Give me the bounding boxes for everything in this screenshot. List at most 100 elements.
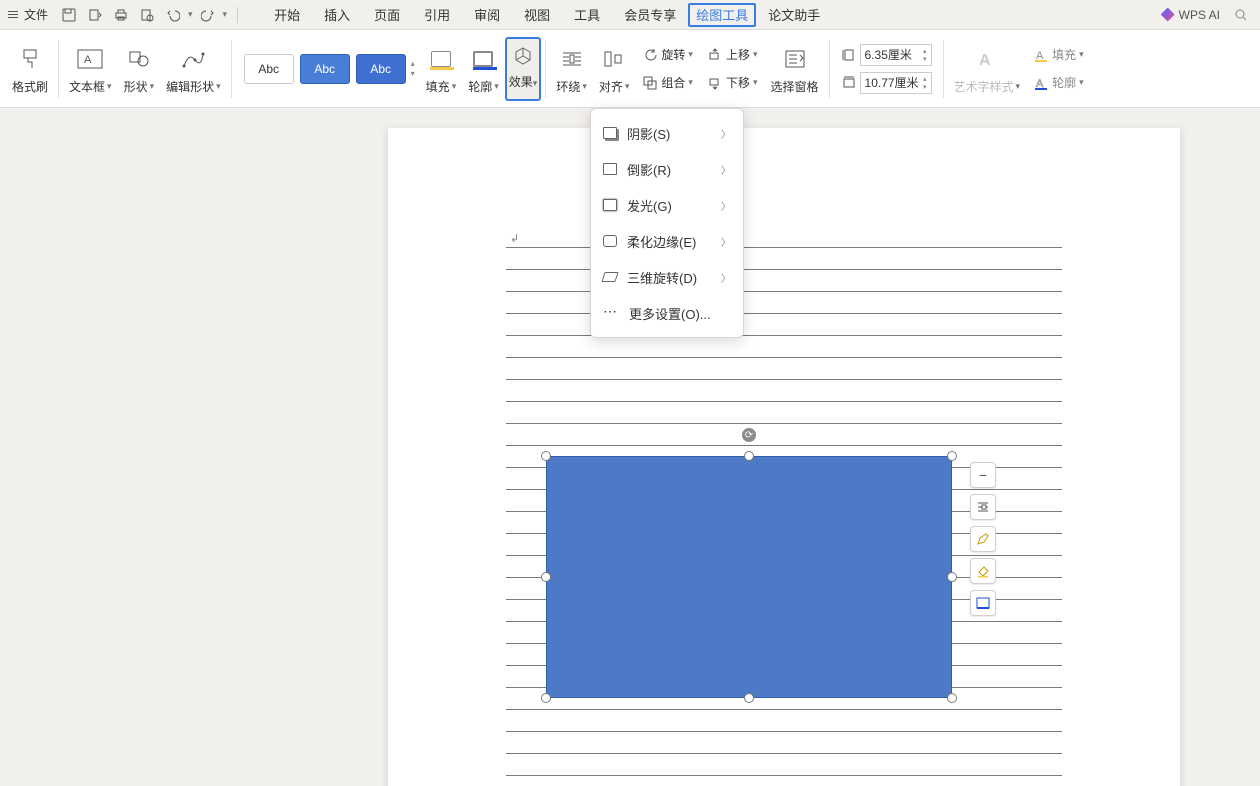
text-fill-icon: A xyxy=(1033,47,1049,63)
resize-handle-ne[interactable] xyxy=(947,451,957,461)
chevron-down-icon[interactable]: ▾ xyxy=(411,69,415,79)
resize-handle-se[interactable] xyxy=(947,693,957,703)
menu-item-3d-rotation[interactable]: 三维旋转(D) 〉 xyxy=(591,259,743,295)
tab-insert[interactable]: 插入 xyxy=(312,0,362,30)
layout-options-icon xyxy=(976,500,990,514)
resize-handle-n[interactable] xyxy=(744,451,754,461)
text-fill-button[interactable]: A填充▾ xyxy=(1030,42,1087,68)
resize-handle-w[interactable] xyxy=(541,572,551,582)
bucket-icon xyxy=(976,564,990,578)
effect-button[interactable]: 效果▾ xyxy=(505,37,542,101)
fill-button[interactable]: 填充▾ xyxy=(420,30,463,107)
chevron-down-icon[interactable]: ▾ xyxy=(923,83,927,91)
menu-item-glow[interactable]: 发光(G) 〉 xyxy=(591,187,743,223)
move-down-button[interactable]: 下移▾ xyxy=(704,70,761,96)
print-preview2-icon[interactable] xyxy=(138,6,156,24)
style-gallery-scroll[interactable]: ▴▾ xyxy=(411,59,415,79)
undo-button[interactable] xyxy=(164,6,182,24)
glow-icon xyxy=(603,199,617,211)
tab-vip[interactable]: 会员专享 xyxy=(612,0,688,30)
submenu-chevron-icon: 〉 xyxy=(721,162,731,177)
ribbon-sep xyxy=(231,40,232,98)
search-icon[interactable] xyxy=(1232,6,1250,24)
save-icon[interactable] xyxy=(60,6,78,24)
submenu-chevron-icon: 〉 xyxy=(721,198,731,213)
width-spinner[interactable]: ▴▾ xyxy=(923,75,927,91)
tab-review[interactable]: 审阅 xyxy=(462,0,512,30)
float-style-button[interactable] xyxy=(970,526,996,552)
tab-view[interactable]: 视图 xyxy=(512,0,562,30)
move-up-label: 上移 xyxy=(726,46,750,63)
float-fill-button[interactable] xyxy=(970,558,996,584)
align-button[interactable]: 对齐▾ xyxy=(593,30,636,107)
text-box-label: 文本框 xyxy=(69,78,105,95)
height-input[interactable]: 6.35厘米▴▾ xyxy=(860,44,932,66)
menu-item-label: 柔化边缘(E) xyxy=(627,232,696,251)
float-picture-button[interactable] xyxy=(970,590,996,616)
file-menu-group: 文件 ▾ ▾ xyxy=(8,6,244,24)
tab-start[interactable]: 开始 xyxy=(262,0,312,30)
text-fill-outline-stack: A填充▾ A轮廓▾ xyxy=(1026,30,1091,107)
zorder-stack: 上移▾ 下移▾ xyxy=(700,30,765,107)
resize-handle-s[interactable] xyxy=(744,693,754,703)
format-painter-button[interactable]: 格式刷 xyxy=(6,30,54,107)
wps-ai-button[interactable]: WPS AI xyxy=(1161,8,1220,22)
ribbon-tabs: 开始 插入 页面 引用 审阅 视图 工具 会员专享 绘图工具 论文助手 xyxy=(262,0,832,30)
chevron-up-icon[interactable]: ▴ xyxy=(923,75,927,83)
tab-reference[interactable]: 引用 xyxy=(412,0,462,30)
float-layout-button[interactable] xyxy=(970,494,996,520)
text-outline-button[interactable]: A轮廓▾ xyxy=(1030,70,1087,96)
print-icon[interactable] xyxy=(112,6,130,24)
shapes-button[interactable]: 形状▾ xyxy=(118,30,161,107)
chevron-down-icon: ▾ xyxy=(216,81,221,92)
style-swatch-1[interactable]: Abc xyxy=(244,54,294,84)
style-swatch-2[interactable]: Abc xyxy=(300,54,350,84)
edit-shape-button[interactable]: 编辑形状▾ xyxy=(160,30,227,107)
rectangle-shape[interactable] xyxy=(546,456,952,698)
selected-shape[interactable]: ⟳ xyxy=(546,456,952,698)
menu-item-more-settings[interactable]: ⋯ 更多设置(O)... xyxy=(591,295,743,331)
wordart-styles-button[interactable]: A 艺术字样式▾ xyxy=(948,30,1027,107)
submenu-chevron-icon: 〉 xyxy=(721,270,731,285)
undo-dropdown-icon[interactable]: ▾ xyxy=(188,9,193,20)
chevron-down-icon: ▾ xyxy=(625,81,630,92)
height-spinner[interactable]: ▴▾ xyxy=(923,47,927,63)
float-collapse-button[interactable]: − xyxy=(970,462,996,488)
outline-icon xyxy=(473,51,493,67)
menu-item-shadow[interactable]: 阴影(S) 〉 xyxy=(591,115,743,151)
shape-style-gallery[interactable]: Abc Abc Abc ▴▾ xyxy=(236,49,420,89)
hamburger-icon[interactable] xyxy=(8,11,18,18)
soft-edges-icon xyxy=(603,235,617,247)
menu-item-soft-edges[interactable]: 柔化边缘(E) 〉 xyxy=(591,223,743,259)
chevron-up-icon[interactable]: ▴ xyxy=(923,47,927,55)
menu-item-reflection[interactable]: 倒影(R) 〉 xyxy=(591,151,743,187)
style-swatch-3[interactable]: Abc xyxy=(356,54,406,84)
tab-drawing-tools[interactable]: 绘图工具 xyxy=(688,3,756,27)
menu-item-label: 倒影(R) xyxy=(627,160,671,179)
move-up-button[interactable]: 上移▾ xyxy=(704,42,761,68)
width-input[interactable]: 10.77厘米▴▾ xyxy=(860,72,932,94)
rotation-handle[interactable]: ⟳ xyxy=(742,428,756,442)
tab-thesis[interactable]: 论文助手 xyxy=(756,0,832,30)
wrap-button[interactable]: 环绕▾ xyxy=(550,30,593,107)
text-box-button[interactable]: A 文本框▾ xyxy=(63,30,118,107)
fill-icon xyxy=(431,51,451,67)
tab-tools[interactable]: 工具 xyxy=(562,0,612,30)
outline-button[interactable]: 轮廓▾ xyxy=(462,30,505,107)
redo-button[interactable] xyxy=(199,6,217,24)
resize-handle-e[interactable] xyxy=(947,572,957,582)
print-preview-icon[interactable] xyxy=(86,6,104,24)
tab-page[interactable]: 页面 xyxy=(362,0,412,30)
rotate-button[interactable]: 旋转▾ xyxy=(639,42,696,68)
move-up-icon xyxy=(707,47,723,63)
selection-pane-button[interactable]: 选择窗格 xyxy=(765,30,825,107)
group-button[interactable]: 组合▾ xyxy=(639,70,696,96)
redo-dropdown-icon[interactable]: ▾ xyxy=(223,9,228,20)
file-menu[interactable]: 文件 xyxy=(24,6,48,23)
chevron-down-icon[interactable]: ▾ xyxy=(923,55,927,63)
resize-handle-sw[interactable] xyxy=(541,693,551,703)
svg-text:A: A xyxy=(84,54,92,66)
chevron-up-icon[interactable]: ▴ xyxy=(411,59,415,69)
resize-handle-nw[interactable] xyxy=(541,451,551,461)
ribbon-sep xyxy=(58,40,59,98)
